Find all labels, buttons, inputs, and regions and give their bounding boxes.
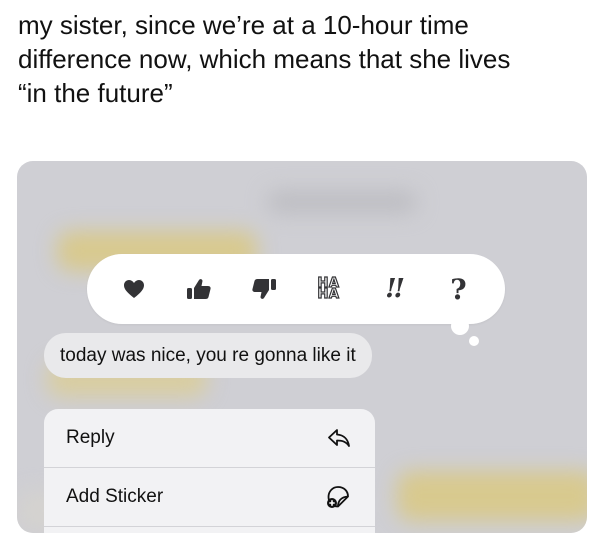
menu-item-reply[interactable]: Reply bbox=[44, 409, 375, 467]
tapback-thumbs-down[interactable] bbox=[244, 269, 284, 309]
menu-divider bbox=[44, 526, 375, 527]
menu-item-label: Add Sticker bbox=[66, 486, 164, 507]
tapback-heart[interactable] bbox=[114, 269, 154, 309]
tapback-haha[interactable]: HA HA bbox=[309, 269, 349, 309]
message-bubble[interactable]: today was nice, you re gonna like it bbox=[44, 333, 372, 378]
tapback-question[interactable]: ? bbox=[439, 269, 479, 309]
tapback-tail-large bbox=[451, 317, 469, 335]
menu-item-add-sticker[interactable]: Add Sticker bbox=[44, 468, 375, 526]
double-exclamation-icon: !! bbox=[385, 274, 405, 304]
haha-icon: HA HA bbox=[317, 276, 340, 302]
haha-text-bottom: HA bbox=[317, 287, 340, 302]
context-menu: Reply Add Sticker bbox=[44, 409, 375, 533]
messages-screenshot: HA HA !! ? today was nice, you re gonna … bbox=[17, 161, 587, 533]
tapback-thumbs-up[interactable] bbox=[179, 269, 219, 309]
caption-line-1: my sister, since we’re at a 10-hour time bbox=[18, 10, 469, 40]
thumbs-down-icon bbox=[251, 279, 276, 299]
menu-item-label: Reply bbox=[66, 427, 115, 448]
caption-line-3: “in the future” bbox=[18, 78, 173, 108]
caption-line-2: difference now, which means that she liv… bbox=[18, 44, 511, 74]
heart-icon bbox=[123, 280, 144, 298]
message-text: today was nice, you re gonna like it bbox=[60, 344, 356, 366]
thumbs-up-icon bbox=[186, 279, 211, 299]
post-caption: my sister, since we’re at a 10-hour time… bbox=[18, 8, 588, 110]
tapback-emphasize[interactable]: !! bbox=[374, 269, 414, 309]
tapback-tail-small bbox=[469, 336, 479, 346]
add-sticker-icon bbox=[327, 486, 349, 508]
question-mark-icon: ? bbox=[450, 272, 467, 306]
tapback-bar: HA HA !! ? bbox=[87, 254, 505, 346]
reply-arrow-icon bbox=[328, 429, 350, 447]
